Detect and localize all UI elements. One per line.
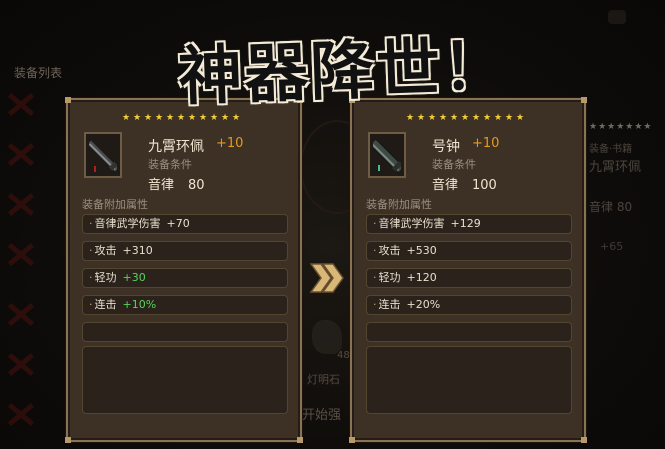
background-item-name: 九霄环佩 bbox=[589, 160, 642, 175]
rhythm-label: 音律 bbox=[432, 178, 459, 193]
attribute-name: 音律武学伤害 bbox=[378, 217, 445, 230]
weapon-icon-slot[interactable] bbox=[368, 132, 406, 178]
panel-corner-decoration bbox=[65, 437, 71, 443]
stone-label: 灯明石 bbox=[307, 373, 340, 386]
attribute-row: · 音律武学伤害 +70 bbox=[82, 214, 288, 234]
rhythm-label: 音律 bbox=[148, 178, 175, 193]
attribute-bonus: +70 bbox=[166, 217, 190, 230]
star-icon: ★ bbox=[516, 113, 525, 123]
attribute-row: · 攻击 +310 bbox=[82, 241, 288, 261]
attribute-title: 装备附加属性 bbox=[366, 198, 432, 211]
attribute-row: · 连击 +20% bbox=[366, 295, 572, 315]
equipment-list-title: 装备列表 bbox=[14, 66, 63, 80]
star-icon: ★ bbox=[133, 113, 142, 123]
attribute-row: · 连击 +10% bbox=[82, 295, 288, 315]
star-icon: ★ bbox=[494, 113, 503, 123]
star-rating: ★ ★ ★ ★ ★ ★ ★ ★ ★ ★ ★ bbox=[406, 114, 525, 123]
star-icon: ★ bbox=[505, 113, 514, 123]
stone-icon bbox=[312, 320, 342, 354]
attribute-name: 音律武学伤害 bbox=[94, 217, 161, 230]
attribute-bonus: +10% bbox=[122, 298, 157, 311]
attribute-name: 攻击 bbox=[94, 244, 117, 257]
attribute-name: 连击 bbox=[378, 298, 401, 311]
qin-weapon-icon bbox=[89, 139, 117, 173]
attribute-name: 轻功 bbox=[378, 271, 401, 284]
item-name: 号钟 bbox=[432, 139, 460, 155]
title-calligraphy: 神器降世！ bbox=[176, 28, 510, 115]
list-item-icon bbox=[0, 140, 40, 168]
corner-icon bbox=[608, 10, 626, 24]
rhythm-value: 100 bbox=[472, 178, 497, 193]
panel-corner-decoration bbox=[297, 437, 303, 443]
description-box bbox=[366, 346, 572, 414]
background-rhythm: 音律 80 bbox=[589, 200, 633, 214]
stone-count: 48 bbox=[337, 350, 350, 361]
star-icon: ★ bbox=[144, 113, 153, 123]
attribute-bonus: +30 bbox=[122, 271, 146, 284]
rhythm-requirement: 音律 80 bbox=[148, 174, 205, 193]
background-stars: ★★★★★★★ bbox=[589, 122, 653, 132]
panel-corner-decoration bbox=[581, 97, 587, 103]
star-icon: ★ bbox=[439, 113, 448, 123]
star-icon: ★ bbox=[450, 113, 459, 123]
star-icon: ★ bbox=[155, 113, 164, 123]
attribute-row: · 轻功 +30 bbox=[82, 268, 288, 288]
attribute-name: 轻功 bbox=[94, 271, 117, 284]
qin-weapon-icon bbox=[373, 138, 401, 174]
star-icon: ★ bbox=[417, 113, 426, 123]
attribute-bonus: +120 bbox=[406, 271, 437, 284]
list-item-icon bbox=[0, 300, 40, 328]
new-equipment-panel: ★ ★ ★ ★ ★ ★ ★ ★ ★ ★ ★ 号钟 +10 装备条件 音律 100 装备附加属性 · 音律… bbox=[349, 97, 587, 443]
panel-corner-decoration bbox=[349, 437, 355, 443]
attribute-row-empty bbox=[82, 322, 288, 342]
list-item-icon bbox=[0, 240, 40, 268]
attribute-bonus: +530 bbox=[406, 244, 437, 257]
star-icon: ★ bbox=[428, 113, 437, 123]
star-icon: ★ bbox=[406, 113, 415, 123]
list-item-icon bbox=[0, 400, 40, 428]
star-icon: ★ bbox=[483, 113, 492, 123]
list-item-icon bbox=[0, 90, 40, 118]
condition-label: 装备条件 bbox=[148, 158, 192, 171]
start-enhance-button[interactable]: 开始强 bbox=[302, 404, 341, 423]
attribute-row: · 攻击 +530 bbox=[366, 241, 572, 261]
attribute-row: · 轻功 +120 bbox=[366, 268, 572, 288]
star-icon: ★ bbox=[461, 113, 470, 123]
item-level: +10 bbox=[216, 136, 244, 151]
background-condition: 装备·书籍 bbox=[589, 144, 633, 155]
old-equipment-panel: ★ ★ ★ ★ ★ ★ ★ ★ ★ ★ ★ 九霄环佩 +10 装备条件 音律 80 装备附加属性 · 音… bbox=[65, 97, 303, 443]
background-bonus: +65 bbox=[600, 240, 624, 253]
panel-corner-decoration bbox=[65, 97, 71, 103]
condition-label: 装备条件 bbox=[432, 158, 476, 171]
description-box bbox=[82, 346, 288, 414]
list-item-icon bbox=[0, 350, 40, 378]
attribute-row-empty bbox=[366, 322, 572, 342]
attribute-title: 装备附加属性 bbox=[82, 198, 148, 211]
rhythm-value: 80 bbox=[188, 178, 205, 193]
background-compare-panel bbox=[585, 112, 665, 252]
list-item-icon bbox=[0, 190, 40, 218]
attribute-bonus: +310 bbox=[122, 244, 153, 257]
double-chevron-right-icon bbox=[309, 263, 344, 293]
star-icon: ★ bbox=[472, 113, 481, 123]
star-icon: ★ bbox=[122, 113, 131, 123]
panel-corner-decoration bbox=[581, 437, 587, 443]
rhythm-requirement: 音律 100 bbox=[432, 174, 497, 193]
attribute-name: 连击 bbox=[94, 298, 117, 311]
attribute-name: 攻击 bbox=[378, 244, 401, 257]
weapon-icon-slot[interactable] bbox=[84, 132, 122, 178]
item-level: +10 bbox=[472, 136, 500, 151]
attribute-bonus: +20% bbox=[406, 298, 441, 311]
attribute-bonus: +129 bbox=[450, 217, 481, 230]
attribute-row: · 音律武学伤害 +129 bbox=[366, 214, 572, 234]
item-name: 九霄环佩 bbox=[148, 139, 204, 155]
star-icon: ★ bbox=[166, 113, 175, 123]
